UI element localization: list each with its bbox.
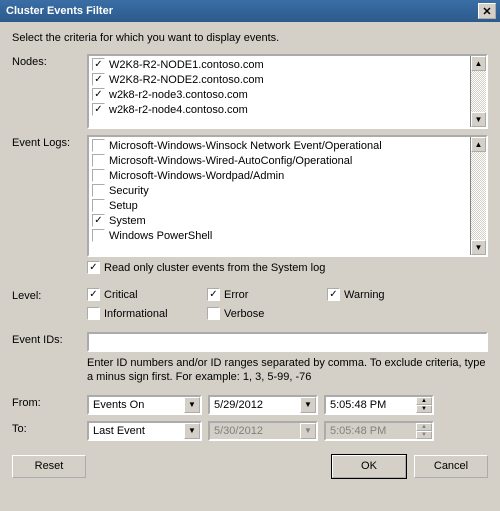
list-item[interactable]: ✓ W2K8-R2-NODE2.contoso.com [92,72,467,87]
eventlogs-scrollbar[interactable]: ▲ ▼ [470,137,486,255]
list-item-label: Windows PowerShell [109,230,212,242]
eventids-input[interactable] [87,332,488,352]
error-label: Error [224,289,248,301]
checkbox[interactable] [92,169,105,182]
list-item-label: w2k8-r2-node4.contoso.com [109,104,248,116]
error-checkbox[interactable]: ✓ [207,288,220,301]
informational-label: Informational [104,308,168,320]
eventlogs-listbox[interactable]: Microsoft-Windows-Winsock Network Event/… [87,135,488,257]
checkbox[interactable]: ✓ [92,73,105,86]
to-time-picker: 5:05:48 PM▲▼ [324,421,434,441]
scroll-up-button[interactable]: ▲ [471,137,486,152]
from-label: From: [12,395,87,415]
checkbox[interactable]: ✓ [92,214,105,227]
chevron-down-icon: ▼ [300,423,316,439]
to-label: To: [12,421,87,441]
list-item[interactable]: Microsoft-Windows-Wordpad/Admin [92,168,467,183]
list-item-label: Microsoft-Windows-Wordpad/Admin [109,170,284,182]
time-spinner[interactable]: ▲▼ [416,397,432,413]
list-item[interactable]: Microsoft-Windows-Winsock Network Event/… [92,138,467,153]
scroll-down-button[interactable]: ▼ [471,112,486,127]
list-item-label: Setup [109,200,138,212]
checkbox[interactable] [92,139,105,152]
list-item-label: Microsoft-Windows-Wired-AutoConfig/Opera… [109,155,352,167]
list-item[interactable]: Microsoft-Windows-Wired-AutoConfig/Opera… [92,153,467,168]
scroll-up-button[interactable]: ▲ [471,56,486,71]
syslog-checkbox[interactable]: ✓ [87,261,100,274]
from-time-picker[interactable]: 5:05:48 PM▲▼ [324,395,434,415]
chevron-down-icon[interactable]: ▼ [300,397,316,413]
cancel-button[interactable]: Cancel [414,455,488,478]
list-item-label: Microsoft-Windows-Winsock Network Event/… [109,140,382,152]
checkbox[interactable] [92,154,105,167]
list-item[interactable]: Security [92,183,467,198]
chevron-down-icon[interactable]: ▼ [184,423,200,439]
list-item[interactable]: ✓ w2k8-r2-node4.contoso.com [92,102,467,117]
list-item[interactable]: ✓ W2K8-R2-NODE1.contoso.com [92,57,467,72]
list-item-label: w2k8-r2-node3.contoso.com [109,89,248,101]
scroll-down-button[interactable]: ▼ [471,240,486,255]
checkbox[interactable] [92,184,105,197]
checkbox[interactable]: ✓ [92,88,105,101]
to-mode-combo[interactable]: Last Event▼ [87,421,202,441]
list-item-label: Security [109,185,149,197]
title-bar: Cluster Events Filter ✕ [0,0,500,22]
list-item[interactable]: Setup [92,198,467,213]
window-title: Cluster Events Filter [4,5,478,17]
checkbox[interactable] [92,229,105,242]
critical-label: Critical [104,289,138,301]
from-mode-combo[interactable]: Events On▼ [87,395,202,415]
nodes-scrollbar[interactable]: ▲ ▼ [470,56,486,127]
checkbox[interactable]: ✓ [92,58,105,71]
close-button[interactable]: ✕ [478,3,496,19]
nodes-listbox[interactable]: ✓ W2K8-R2-NODE1.contoso.com ✓ W2K8-R2-NODE2… [87,54,488,129]
critical-checkbox[interactable]: ✓ [87,288,100,301]
informational-checkbox[interactable] [87,307,100,320]
nodes-label: Nodes: [12,54,87,129]
verbose-label: Verbose [224,308,264,320]
checkbox[interactable]: ✓ [92,103,105,116]
list-item[interactable]: Windows PowerShell [92,228,467,243]
warning-label: Warning [344,289,385,301]
time-spinner: ▲▼ [416,423,432,439]
ok-button[interactable]: OK [332,455,406,478]
reset-button[interactable]: Reset [12,455,86,478]
chevron-down-icon[interactable]: ▼ [184,397,200,413]
syslog-label: Read only cluster events from the System… [104,262,325,274]
warning-checkbox[interactable]: ✓ [327,288,340,301]
to-date-picker: 5/30/2012▼ [208,421,318,441]
eventids-hint: Enter ID numbers and/or ID ranges separa… [87,356,488,385]
verbose-checkbox[interactable] [207,307,220,320]
from-date-picker[interactable]: 5/29/2012▼ [208,395,318,415]
checkbox[interactable] [92,199,105,212]
eventids-label: Event IDs: [12,332,87,385]
eventlogs-label: Event Logs: [12,135,87,282]
list-item-label: W2K8-R2-NODE2.contoso.com [109,74,264,86]
list-item-label: W2K8-R2-NODE1.contoso.com [109,59,264,71]
list-item[interactable]: ✓ System [92,213,467,228]
level-label: Level: [12,288,87,326]
instruction-text: Select the criteria for which you want t… [12,32,488,44]
list-item[interactable]: ✓ w2k8-r2-node3.contoso.com [92,87,467,102]
list-item-label: System [109,215,146,227]
